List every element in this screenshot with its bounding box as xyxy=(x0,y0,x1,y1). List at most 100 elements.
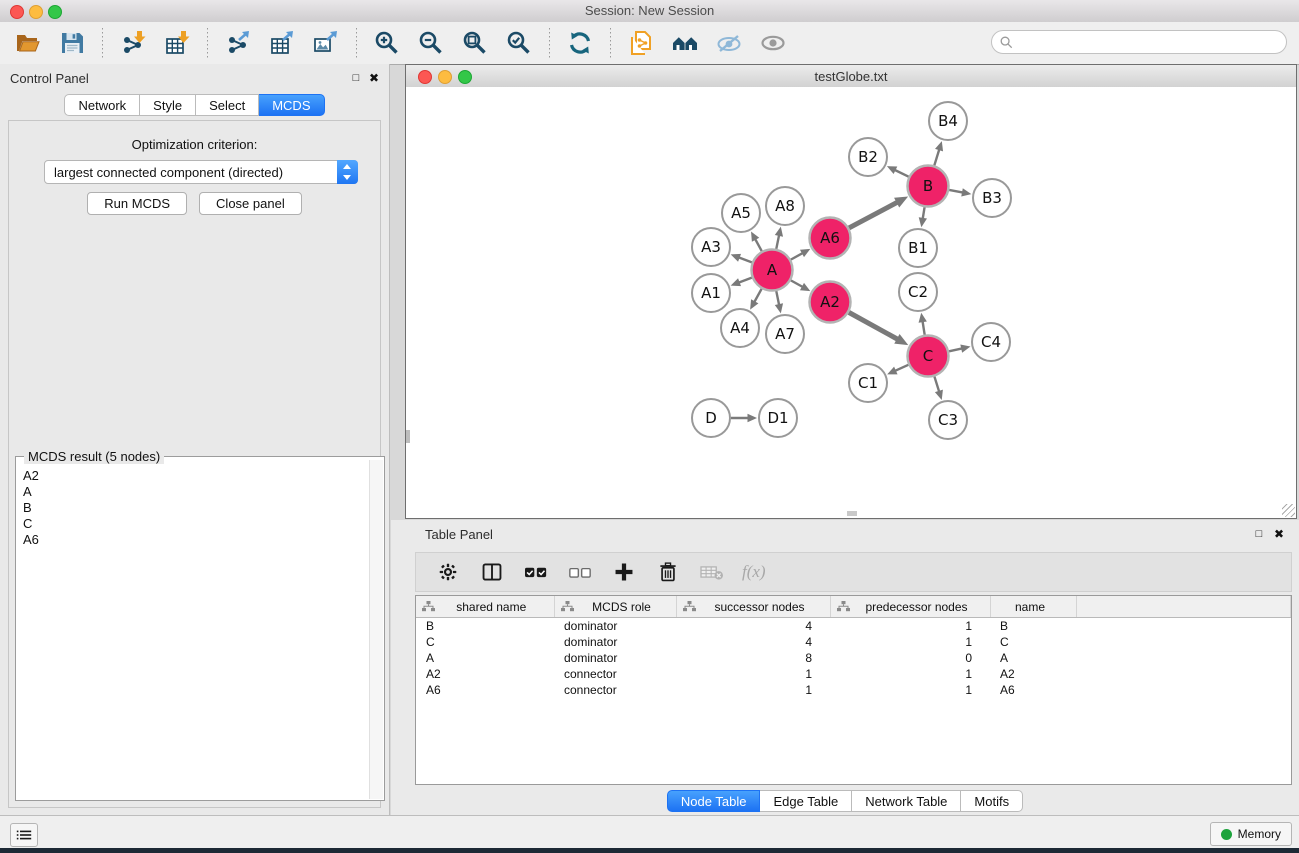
eye-hidden-button[interactable] xyxy=(710,26,748,60)
export-image-button[interactable] xyxy=(307,26,345,60)
eye-button[interactable] xyxy=(754,26,792,60)
tab-mcds[interactable]: MCDS xyxy=(259,94,324,116)
float-panel-icon[interactable]: □ xyxy=(349,71,363,85)
column-header-name[interactable]: name xyxy=(990,596,1076,618)
table-cell[interactable]: 4 xyxy=(676,634,830,650)
table-cell[interactable]: 1 xyxy=(830,666,990,682)
show-columns-button[interactable] xyxy=(475,557,509,587)
table-row[interactable]: Cdominator41C xyxy=(416,634,1291,650)
table-cell[interactable]: 4 xyxy=(676,618,830,635)
graph-node-A2[interactable]: A2 xyxy=(810,282,851,323)
table-tab-motifs[interactable]: Motifs xyxy=(961,790,1023,812)
memory-button[interactable]: Memory xyxy=(1210,822,1292,846)
delete-column-button[interactable] xyxy=(651,557,685,587)
deselect-all-button[interactable] xyxy=(563,557,597,587)
column-header-successor-nodes[interactable]: successor nodes xyxy=(676,596,830,618)
zoom-fit-button[interactable] xyxy=(456,26,494,60)
graph-node-C3[interactable]: C3 xyxy=(929,401,967,439)
table-cell[interactable]: 1 xyxy=(830,634,990,650)
duplicate-network-button[interactable] xyxy=(622,26,660,60)
criterion-dropdown[interactable]: largest connected component (directed) xyxy=(44,160,358,184)
refresh-button[interactable] xyxy=(561,26,599,60)
mcds-result-scrollbar[interactable] xyxy=(369,460,383,799)
graph-node-C1[interactable]: C1 xyxy=(849,364,887,402)
network-hscroll-thumb[interactable] xyxy=(847,511,857,516)
select-all-button[interactable] xyxy=(519,557,553,587)
graph-node-B4[interactable]: B4 xyxy=(929,102,967,140)
open-folder-button[interactable] xyxy=(9,26,47,60)
close-panel-button[interactable]: Close panel xyxy=(199,192,302,215)
graph-node-A3[interactable]: A3 xyxy=(692,228,730,266)
function-builder-button[interactable]: f(x) xyxy=(742,562,766,582)
delete-table-button[interactable] xyxy=(695,557,729,587)
graph-edge-A2-C[interactable] xyxy=(849,312,902,341)
table-cell[interactable]: A6 xyxy=(990,682,1076,698)
table-cell[interactable]: 0 xyxy=(830,650,990,666)
graph-edge-A6-B[interactable] xyxy=(849,200,901,228)
column-header-shared-name[interactable]: shared name xyxy=(416,596,554,618)
graph-node-B[interactable]: B xyxy=(908,166,949,207)
table-float-panel-icon[interactable]: □ xyxy=(1252,527,1266,541)
column-options-gear-button[interactable] xyxy=(431,557,465,587)
table-row[interactable]: Bdominator41B xyxy=(416,618,1291,635)
graph-node-A4[interactable]: A4 xyxy=(721,309,759,347)
table-tab-network-table[interactable]: Network Table xyxy=(852,790,961,812)
table-cell[interactable]: A xyxy=(416,650,554,666)
column-header-predecessor-nodes[interactable]: predecessor nodes xyxy=(830,596,990,618)
graph-node-A1[interactable]: A1 xyxy=(692,274,730,312)
table-cell[interactable]: 1 xyxy=(676,682,830,698)
graph-node-C2[interactable]: C2 xyxy=(899,273,937,311)
table-row[interactable]: Adominator80A xyxy=(416,650,1291,666)
export-table-button[interactable] xyxy=(263,26,301,60)
table-row[interactable]: A2connector11A2 xyxy=(416,666,1291,682)
network-resize-grip[interactable] xyxy=(1282,504,1295,517)
table-cell[interactable]: C xyxy=(990,634,1076,650)
graph-node-D[interactable]: D xyxy=(692,399,730,437)
table-cell[interactable]: dominator xyxy=(554,650,676,666)
import-table-button[interactable] xyxy=(158,26,196,60)
graph-node-B3[interactable]: B3 xyxy=(973,179,1011,217)
zoom-selected-button[interactable] xyxy=(500,26,538,60)
close-panel-icon[interactable]: ✖ xyxy=(367,71,381,85)
run-mcds-button[interactable]: Run MCDS xyxy=(87,192,187,215)
table-row[interactable]: A6connector11A6 xyxy=(416,682,1291,698)
export-network-button[interactable] xyxy=(219,26,257,60)
add-column-button[interactable] xyxy=(607,557,641,587)
table-cell[interactable]: A2 xyxy=(416,666,554,682)
network-window-titlebar[interactable]: testGlobe.txt xyxy=(406,65,1296,88)
task-history-button[interactable] xyxy=(10,823,38,847)
zoom-in-button[interactable] xyxy=(368,26,406,60)
home-button[interactable] xyxy=(666,26,704,60)
graph-node-A5[interactable]: A5 xyxy=(722,194,760,232)
graph-node-C[interactable]: C xyxy=(908,336,949,377)
table-cell[interactable]: A xyxy=(990,650,1076,666)
table-cell[interactable]: 1 xyxy=(830,618,990,635)
table-cell[interactable]: B xyxy=(416,618,554,635)
table-cell[interactable]: 8 xyxy=(676,650,830,666)
table-cell[interactable]: A6 xyxy=(416,682,554,698)
table-cell[interactable]: B xyxy=(990,618,1076,635)
graph-node-B1[interactable]: B1 xyxy=(899,229,937,267)
graph-node-D1[interactable]: D1 xyxy=(759,399,797,437)
column-header-mcds-role[interactable]: MCDS role xyxy=(554,596,676,618)
table-cell[interactable]: connector xyxy=(554,666,676,682)
network-canvas[interactable]: A A1 A2 A3 A4 A5 A6 A7 A8 B B1 B2 B3 B4 C C1 C2 C3 C4 D D1 xyxy=(406,87,1296,518)
table-tab-node-table[interactable]: Node Table xyxy=(667,790,761,812)
table-cell[interactable]: C xyxy=(416,634,554,650)
table-cell[interactable]: dominator xyxy=(554,618,676,635)
table-close-panel-icon[interactable]: ✖ xyxy=(1272,527,1286,541)
graph-node-A7[interactable]: A7 xyxy=(766,315,804,353)
import-network-button[interactable] xyxy=(114,26,152,60)
zoom-out-button[interactable] xyxy=(412,26,450,60)
network-vscroll-thumb[interactable] xyxy=(406,430,410,443)
tab-select[interactable]: Select xyxy=(196,94,259,116)
graph-node-C4[interactable]: C4 xyxy=(972,323,1010,361)
graph-node-A6[interactable]: A6 xyxy=(810,218,851,259)
table-cell[interactable]: connector xyxy=(554,682,676,698)
tab-network[interactable]: Network xyxy=(64,94,140,116)
table-cell[interactable]: 1 xyxy=(676,666,830,682)
graph-node-A[interactable]: A xyxy=(752,250,793,291)
graph-node-A8[interactable]: A8 xyxy=(766,187,804,225)
graph-node-B2[interactable]: B2 xyxy=(849,138,887,176)
tab-style[interactable]: Style xyxy=(140,94,196,116)
